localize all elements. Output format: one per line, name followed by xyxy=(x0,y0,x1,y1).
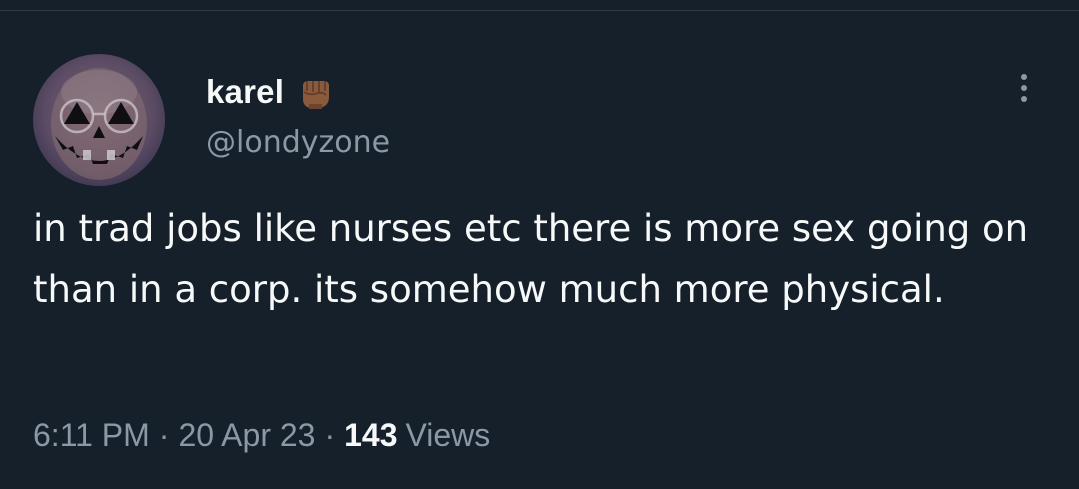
top-divider xyxy=(0,10,1079,11)
views-label[interactable]: Views xyxy=(406,417,491,454)
avatar[interactable] xyxy=(33,54,165,186)
tweet-meta: 6:11 PM · 20 Apr 23 · 143 Views xyxy=(33,410,490,460)
tweet-time[interactable]: 6:11 PM xyxy=(33,417,150,454)
tweet-card: karel @londyzone in trad jobs like nurse… xyxy=(0,0,1079,489)
views-count[interactable]: 143 xyxy=(344,417,397,454)
raised-fist-icon xyxy=(296,73,334,111)
more-options-icon xyxy=(1021,74,1027,80)
meta-separator: · xyxy=(324,416,336,453)
author-handle[interactable]: @londyzone xyxy=(206,123,390,163)
more-options-button[interactable] xyxy=(1010,66,1038,110)
meta-separator: · xyxy=(158,416,170,453)
tweet-text: in trad jobs like nurses etc there is mo… xyxy=(33,207,1029,311)
jack-o-lantern-avatar-icon xyxy=(33,54,165,186)
more-options-icon xyxy=(1021,85,1027,91)
author-name-row: karel xyxy=(206,70,334,114)
tweet-date[interactable]: 20 Apr 23 xyxy=(178,417,315,454)
more-options-icon xyxy=(1021,96,1027,102)
author-display-name[interactable]: karel xyxy=(206,73,284,111)
